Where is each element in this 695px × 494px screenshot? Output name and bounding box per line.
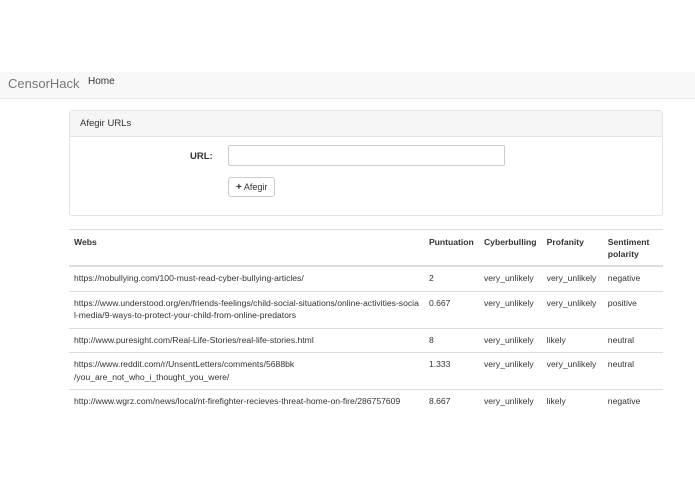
header-webs: Webs — [69, 229, 424, 267]
cell-puntuation: 0.667 — [423, 290, 479, 328]
header-cyberbulling: Cyberbulling — [478, 229, 542, 267]
panel-heading: Afegir URLs — [70, 111, 662, 137]
results-table: Webs Puntuation Cyberbulling Profanity S… — [69, 229, 663, 414]
table-row: https://www.reddit.com/r/UnsentLetters/c… — [69, 352, 663, 390]
table-row: https://nobullying.com/100-must-read-cyb… — [69, 265, 663, 291]
header-profanity: Profanity — [541, 229, 603, 267]
nav-home-link[interactable]: Home — [88, 76, 115, 87]
cell-sentiment: negative — [602, 389, 663, 414]
url-label: URL: — [190, 151, 213, 162]
cell-url: https://nobullying.com/100-must-read-cyb… — [69, 265, 424, 291]
cell-cyberbulling: very_unlikely — [478, 327, 542, 353]
cell-profanity: very_unlikely — [541, 352, 603, 390]
cell-profanity: likely — [541, 389, 603, 414]
add-urls-panel: Afegir URLs URL: + Afegir — [69, 110, 663, 216]
url-input[interactable] — [228, 145, 505, 166]
add-button[interactable]: + Afegir — [228, 177, 276, 197]
table-row: https://www.understood.org/en/friends-fe… — [69, 290, 663, 328]
brand-logo[interactable]: CensorHack — [8, 76, 80, 91]
cell-puntuation: 8 — [423, 327, 479, 353]
cell-url: https://www.understood.org/en/friends-fe… — [69, 290, 424, 328]
cell-profanity: very_unlikely — [541, 265, 603, 291]
add-button-label: Afegir — [243, 182, 268, 192]
cell-url: http://www.puresight.com/Real-Life-Stori… — [69, 327, 424, 353]
cell-sentiment: negative — [602, 265, 663, 291]
cell-cyberbulling: very_unlikely — [478, 389, 542, 414]
table-row: http://www.wgrz.com/news/local/nt-firefi… — [69, 389, 663, 414]
cell-cyberbulling: very_unlikely — [478, 352, 542, 390]
table-header-row: Webs Puntuation Cyberbulling Profanity S… — [69, 229, 663, 267]
cell-sentiment: neutral — [602, 352, 663, 390]
cell-puntuation: 2 — [423, 265, 479, 291]
cell-sentiment: neutral — [602, 327, 663, 353]
cell-sentiment: positive — [602, 290, 663, 328]
header-puntuation: Puntuation — [423, 229, 479, 267]
cell-puntuation: 8.667 — [423, 389, 479, 414]
cell-profanity: very_unlikely — [541, 290, 603, 328]
cell-profanity: likely — [541, 327, 603, 353]
cell-cyberbulling: very_unlikely — [478, 290, 542, 328]
plus-icon: + — [236, 181, 242, 193]
header-sentiment-polarity: Sentiment polarity — [602, 229, 663, 267]
cell-cyberbulling: very_unlikely — [478, 265, 542, 291]
navbar: CensorHack Home — [0, 72, 695, 99]
cell-puntuation: 1.333 — [423, 352, 479, 390]
table-row: http://www.puresight.com/Real-Life-Stori… — [69, 327, 663, 353]
cell-url: http://www.wgrz.com/news/local/nt-firefi… — [69, 389, 424, 414]
cell-url: https://www.reddit.com/r/UnsentLetters/c… — [69, 352, 424, 390]
